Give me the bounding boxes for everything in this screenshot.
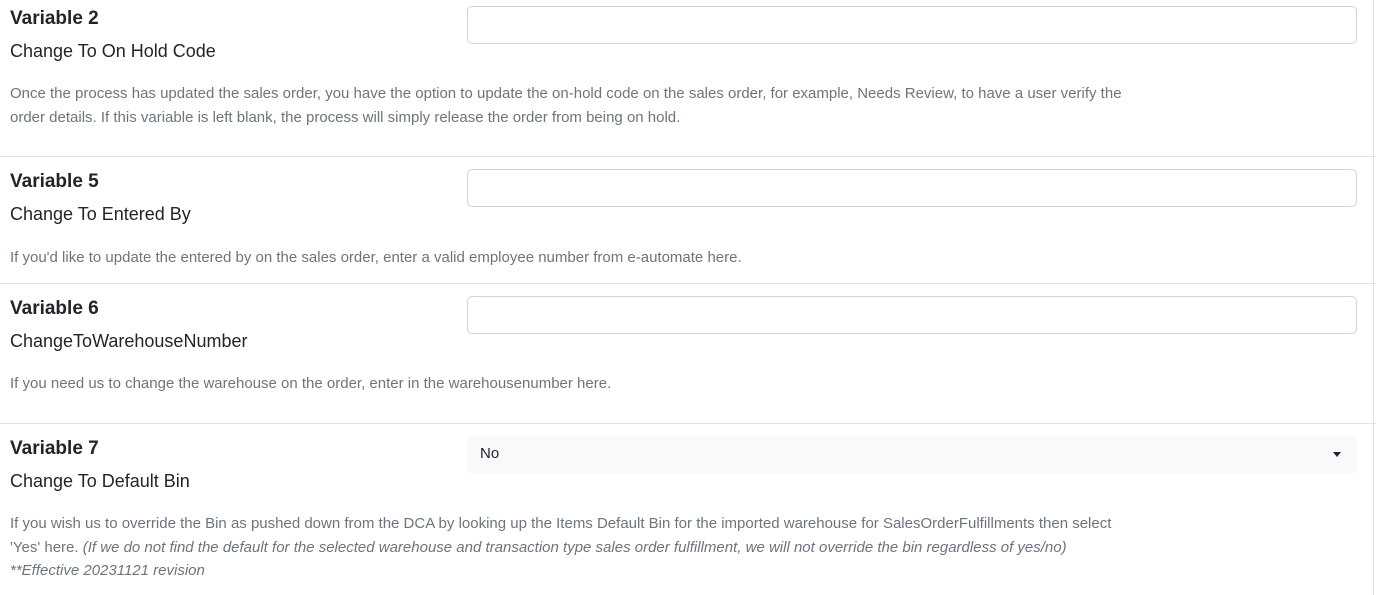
variable-2-title: Variable 2 <box>10 8 99 29</box>
variable-6-label: ChangeToWarehouseNumber <box>10 331 248 351</box>
caret-down-icon <box>1333 452 1341 457</box>
variable-7-section: Variable 7 Change To Default Bin No If y… <box>0 424 1374 595</box>
select-value: No <box>480 445 500 462</box>
variable-5-description: If you'd like to update the entered by o… <box>10 249 742 266</box>
variable-7-description-note: (If we do not find the default for the s… <box>10 538 1067 580</box>
variable-7-description: If you wish us to override the Bin as pu… <box>10 512 1130 583</box>
change-to-default-bin-select[interactable]: No <box>467 436 1357 474</box>
variable-7-title: Variable 7 <box>10 438 99 459</box>
change-to-on-hold-code-input[interactable] <box>467 6 1357 44</box>
variable-2-section: Variable 2 Change To On Hold Code Once t… <box>0 0 1374 156</box>
variable-2-label: Change To On Hold Code <box>10 41 216 61</box>
variable-2-description: Once the process has updated the sales o… <box>10 85 1122 126</box>
change-to-entered-by-input[interactable] <box>467 169 1357 207</box>
variable-6-section: Variable 6 ChangeToWarehouseNumber If yo… <box>0 284 1374 423</box>
variable-5-label: Change To Entered By <box>10 204 191 224</box>
variable-7-label: Change To Default Bin <box>10 471 190 491</box>
variable-5-section: Variable 5 Change To Entered By If you'd… <box>0 157 1374 283</box>
variable-6-title: Variable 6 <box>10 298 99 319</box>
variable-6-description: If you need us to change the warehouse o… <box>10 375 612 392</box>
change-to-warehouse-number-input[interactable] <box>467 296 1357 334</box>
variable-5-title: Variable 5 <box>10 171 99 192</box>
